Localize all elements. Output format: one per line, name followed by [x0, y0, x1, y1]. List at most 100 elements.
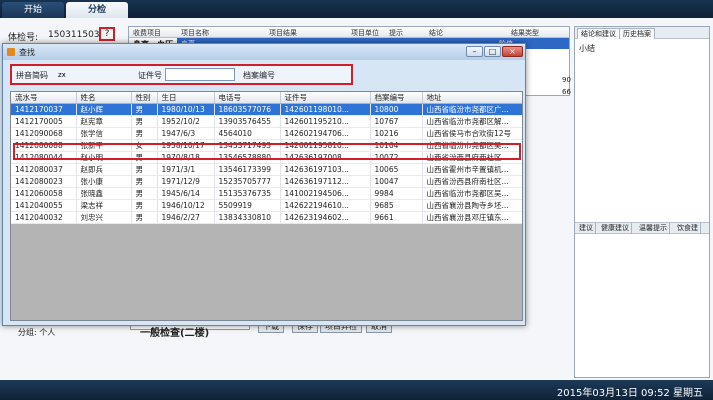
col-item-unit: 项目单位 — [351, 29, 379, 37]
exam-number-value: 150311503 — [48, 30, 100, 40]
column-file-number[interactable]: 档案编号 — [370, 92, 423, 104]
exam-number-label: 体检号: — [8, 33, 39, 43]
query-button[interactable]: ? — [99, 27, 115, 41]
cell-birthday: 1980/10/13 — [157, 103, 215, 116]
table-row[interactable]: 1412080023 张小康男 1971/12/9 15235705777 142636… — [11, 175, 522, 188]
column-serial[interactable]: 流水号 — [11, 92, 77, 104]
id-number-input[interactable] — [165, 68, 235, 81]
table-row[interactable]: 1412080044 赵小明男 1970/8/18 13546578880 142636… — [11, 151, 522, 164]
cell-address: 山西省襄汾县陶寺乡坯... — [422, 199, 522, 212]
cell-serial: 1412090068 — [11, 127, 77, 140]
cell-gender: 男 — [131, 187, 158, 200]
cell-address: 山西省临汾市尧都区广... — [422, 103, 522, 116]
cell-gender: 女 — [131, 139, 158, 152]
cell-file-number: 10216 — [370, 127, 423, 140]
side-value-2: 66 — [562, 88, 571, 96]
cell-id-number: 142636197008... — [280, 151, 371, 164]
cell-birthday: 1945/6/14 — [157, 187, 215, 200]
cell-name: 张新平 — [76, 139, 132, 152]
cell-serial: 1412080088 — [11, 139, 77, 152]
cell-serial: 1412060058 — [11, 187, 77, 200]
tab-health-advice[interactable]: 健康建议 — [599, 223, 632, 234]
dialog-title-bar[interactable]: 查找 – □ × — [3, 44, 525, 60]
cell-gender: 男 — [131, 151, 158, 164]
column-gender[interactable]: 性别 — [131, 92, 158, 104]
cell-birthday: 1971/12/9 — [157, 175, 215, 188]
pinyin-code-input[interactable] — [58, 69, 118, 80]
cell-phone: 15235705777 — [214, 175, 281, 188]
table-row[interactable]: 1412080037 赵即兵男 1971/3/1 13546173399 1426361… — [11, 163, 522, 176]
col-charge-item: 收费项目 — [133, 29, 161, 37]
exam-items-header: 收费项目 项目名称 项目结果 项目单位 提示 结论 结果类型 — [129, 27, 569, 38]
cell-name: 赵即兵 — [76, 163, 132, 176]
main-tab-bar: 开始 分检 — [0, 0, 713, 18]
tab-checkin[interactable]: 分检 — [66, 2, 128, 18]
tab-conclusion-advice[interactable]: 结论和建议 — [577, 28, 620, 39]
cell-name: 张晓鑫 — [76, 187, 132, 200]
tab-advice[interactable]: 建议 — [577, 223, 596, 234]
search-filters: 拼音简码 证件号 档案编号 — [10, 64, 353, 85]
cell-name: 梁志祥 — [76, 199, 132, 212]
cell-name: 刘忠兴 — [76, 211, 132, 224]
cell-serial: 1412080023 — [11, 175, 77, 188]
cell-serial: 1412170037 — [11, 103, 77, 116]
column-id-number[interactable]: 证件号 — [280, 92, 371, 104]
cell-serial: 1412080037 — [11, 163, 77, 176]
cell-gender: 男 — [131, 211, 158, 224]
cell-id-number: 142623194602... — [280, 211, 371, 224]
cell-phone: 13453717493 — [214, 139, 281, 152]
tab-diet[interactable]: 饮食建 — [675, 223, 701, 234]
file-number-input[interactable] — [283, 69, 349, 80]
minimize-button[interactable]: – — [466, 46, 483, 57]
maximize-button[interactable]: □ — [484, 46, 501, 57]
conclusion-tabs: 结论和建议 历史档案 — [575, 27, 709, 39]
column-birthday[interactable]: 生日 — [157, 92, 215, 104]
cell-id-number: 142636197103... — [280, 163, 371, 176]
cell-gender: 男 — [131, 115, 158, 128]
id-number-label: 证件号 — [138, 71, 162, 80]
cell-file-number: 9984 — [370, 187, 423, 200]
cell-name: 张小康 — [76, 175, 132, 188]
cell-gender: 男 — [131, 199, 158, 212]
side-value-1: 90 — [562, 76, 571, 84]
tab-start[interactable]: 开始 — [2, 2, 64, 18]
table-row[interactable]: 1412040055 梁志祥男 1946/10/12 5509919 142622194… — [11, 199, 522, 212]
table-row[interactable]: 1412090068 张学信男 1947/6/3 4564010 14260219470… — [11, 127, 522, 140]
cell-id-number: 142622194610... — [280, 199, 371, 212]
table-row[interactable]: 1412080088 张新平女 1958/10/17 13453717493 14260… — [11, 139, 522, 152]
advice-tabs: 建议 健康建议 温馨提示 饮食建 — [575, 222, 709, 234]
cell-address: 山西省侯马市合欢街12号 — [422, 127, 522, 140]
table-row[interactable]: 1412040032 刘忠兴男 1946/2/27 13834330810 142623… — [11, 211, 522, 224]
general-check-title: 一般检查(二楼) — [140, 328, 210, 339]
table-row[interactable]: 1412170037 赵小辉男 1980/10/13 18603577076 14260… — [11, 103, 522, 116]
column-phone[interactable]: 电话号 — [214, 92, 281, 104]
close-button[interactable]: × — [502, 46, 523, 57]
cell-birthday: 1952/10/2 — [157, 115, 215, 128]
results-grid[interactable]: 流水号 姓名 性别 生日 电话号 证件号 档案编号 地址 1412170037 赵小辉男 1980… — [10, 91, 523, 321]
cell-id-number: 142601195810... — [280, 139, 371, 152]
cell-birthday: 1970/8/18 — [157, 151, 215, 164]
cell-id-number: 142636197112... — [280, 175, 371, 188]
tab-history-archive[interactable]: 历史档案 — [619, 28, 655, 39]
cell-address: 山西省汾西县府西社区... — [422, 151, 522, 164]
table-row[interactable]: 1412060058 张晓鑫男 1945/6/14 15135376735 141002… — [11, 187, 522, 200]
pinyin-code-label: 拼音简码 — [16, 71, 48, 80]
table-row[interactable]: 1412170005 赵宪章男 1952/10/2 13903576455 142601… — [11, 115, 522, 128]
cell-phone: 5509919 — [214, 199, 281, 212]
col-conclusion: 结论 — [429, 29, 443, 37]
cell-gender: 男 — [131, 127, 158, 140]
col-item-name: 项目名称 — [181, 29, 209, 37]
cell-file-number: 9685 — [370, 199, 423, 212]
tab-warm-tips[interactable]: 温馨提示 — [637, 223, 670, 234]
column-address[interactable]: 地址 — [422, 92, 522, 104]
conclusion-panel: 结论和建议 历史档案 小结 建议 健康建议 温馨提示 饮食建 — [574, 26, 710, 378]
cell-gender: 男 — [131, 175, 158, 188]
cell-name: 赵宪章 — [76, 115, 132, 128]
cell-gender: 男 — [131, 163, 158, 176]
cell-id-number: 141002194506... — [280, 187, 371, 200]
dialog-title: 查找 — [19, 48, 35, 57]
results-header: 流水号 姓名 性别 生日 电话号 证件号 档案编号 地址 — [11, 92, 522, 104]
cell-file-number: 10047 — [370, 175, 423, 188]
cell-birthday: 1947/6/3 — [157, 127, 215, 140]
column-name[interactable]: 姓名 — [76, 92, 132, 104]
